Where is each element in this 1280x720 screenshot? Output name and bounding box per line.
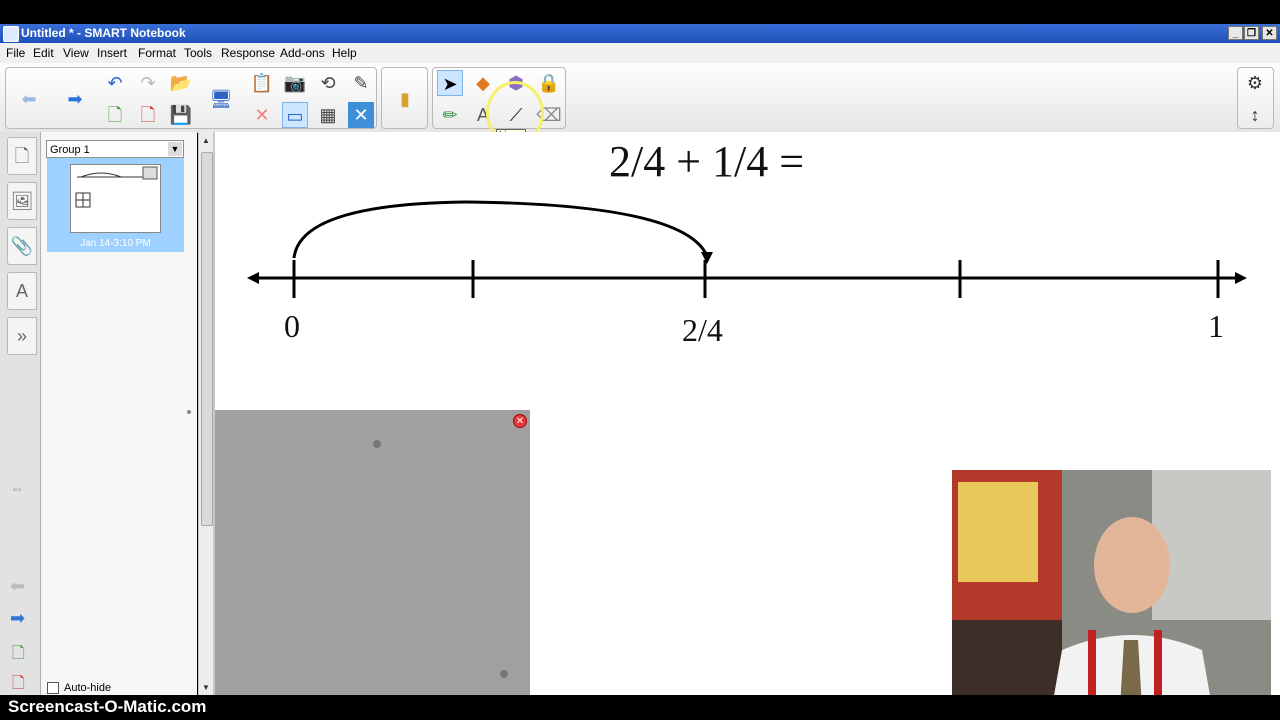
menu-insert[interactable]: Insert <box>97 46 127 60</box>
jump-arc[interactable] <box>292 200 709 259</box>
menu-response[interactable]: Response <box>221 46 275 60</box>
addons-tab-icon[interactable]: » <box>7 317 37 355</box>
restore-button[interactable]: ❐ <box>1244 26 1259 40</box>
menu-addons[interactable]: Add-ons <box>280 46 325 60</box>
drag-handle-bottom[interactable] <box>500 670 508 678</box>
page-sorter-panel: Group 1 ▼ Jan 14-3:10 PM Auto-hide <box>41 132 197 695</box>
screen-shade-icon[interactable]: ⟲ <box>315 70 341 96</box>
attachments-tab-icon[interactable]: 📎 <box>7 227 37 265</box>
label-two-fourths[interactable]: 2/4 <box>682 312 723 349</box>
menu-file[interactable]: File <box>6 46 25 60</box>
autohide-label: Auto-hide <box>64 682 112 694</box>
menu-tools[interactable]: Tools <box>184 46 212 60</box>
webcam-image <box>952 470 1271 707</box>
response-icon[interactable]: ▮ <box>392 86 418 112</box>
close-icon[interactable]: ✕ <box>513 414 527 428</box>
menu-format[interactable]: Format <box>138 46 176 60</box>
paste-icon[interactable]: 📋 <box>249 70 275 96</box>
menu-view[interactable]: View <box>63 46 89 60</box>
drag-handle-top[interactable] <box>373 440 381 448</box>
thumbnail-date: Jan 14-3:10 PM <box>80 238 151 249</box>
label-zero[interactable]: 0 <box>284 308 300 345</box>
next-page-arrow-icon[interactable]: ➡ <box>10 608 25 629</box>
table-icon[interactable]: ▦ <box>315 102 341 128</box>
delete-icon[interactable]: ✕ <box>249 102 275 128</box>
right-arrowhead <box>1235 272 1247 284</box>
webcam-overlay <box>950 468 1273 709</box>
delete-page-icon[interactable]: 🗋 <box>135 102 161 128</box>
page-thumbnail-selected[interactable]: Jan 14-3:10 PM <box>47 158 184 252</box>
autohide-option[interactable]: Auto-hide <box>47 682 112 695</box>
toolbar-group-main: ⬅ ➡ ↶ ↷ 📂 🗋 🗋 💾 🖥 📋 📷 ⟲ ✎ ✕ ▭ ▦ ✕ <box>5 67 377 129</box>
open-folder-icon[interactable]: 📂 <box>168 70 194 96</box>
number-line-drawing[interactable] <box>215 132 1280 402</box>
close-button[interactable]: ✕ <box>1262 26 1277 40</box>
close-tool-icon[interactable]: ✕ <box>348 102 374 128</box>
save-icon[interactable]: 💾 <box>168 102 194 128</box>
gallery-tab-icon[interactable]: 🖼 <box>7 182 37 220</box>
fill-icon[interactable]: 🔒 <box>536 70 562 96</box>
toolbar: ⬅ ➡ ↶ ↷ 📂 🗋 🗋 💾 🖥 📋 📷 ⟲ ✎ ✕ ▭ ▦ ✕ ▮ ➤ ◆ … <box>0 63 1280 133</box>
back-arrow-icon[interactable]: ⬅ <box>16 86 42 112</box>
resize-handle[interactable] <box>187 410 191 414</box>
menu-edit[interactable]: Edit <box>33 46 54 60</box>
display-icon[interactable]: 🖥 <box>208 86 234 112</box>
arc-arrowhead <box>701 252 713 264</box>
left-arrowhead <box>247 272 259 284</box>
page-thumbnail[interactable] <box>70 164 161 233</box>
forward-arrow-icon[interactable]: ➡ <box>62 86 88 112</box>
autohide-checkbox[interactable] <box>47 682 59 695</box>
resize-arrows-icon[interactable]: ⇔ <box>10 480 24 496</box>
side-tab-strip: 🗋 🖼 📎 A » ⇔ ⬅ ➡ 🗋 🗋 <box>0 132 41 695</box>
page-sorter-tab-icon[interactable]: 🗋 <box>7 137 37 175</box>
window-title: Untitled * - SMART Notebook <box>21 26 186 40</box>
screen-shade-panel[interactable]: ✕ <box>215 410 530 695</box>
group-select-value: Group 1 <box>50 144 90 156</box>
add-page-icon-side[interactable]: 🗋 <box>12 642 25 669</box>
group-select[interactable]: Group 1 ▼ <box>46 140 184 158</box>
whiteboard-canvas[interactable]: 2/4 + 1/4 = 0 2/4 1 ✕ <box>214 132 1280 709</box>
recorder-brand: Screencast-O-Matic.com <box>8 697 207 716</box>
thumbnail-preview <box>75 166 158 208</box>
toolbar-group-settings: ⚙ ↕ <box>1237 67 1274 129</box>
scroll-down-icon[interactable]: ▼ <box>199 681 213 695</box>
chevron-down-icon[interactable]: ▼ <box>168 142 182 156</box>
label-one[interactable]: 1 <box>1208 308 1224 345</box>
screen-capture-icon[interactable]: 📷 <box>282 70 308 96</box>
gear-icon[interactable]: ⚙ <box>1242 70 1268 96</box>
properties-tab-icon[interactable]: A <box>7 272 37 310</box>
scroll-up-icon[interactable]: ▲ <box>199 134 213 148</box>
redo-icon[interactable]: ↷ <box>135 70 161 96</box>
title-bar: Untitled * - SMART Notebook _ ❐ ✕ <box>0 24 1280 43</box>
scroll-thumb[interactable] <box>201 152 213 526</box>
full-screen-icon[interactable]: ▭ <box>282 102 308 128</box>
footer: Screencast-O-Matic.com <box>0 695 1280 720</box>
toolbar-position-icon[interactable]: ↕ <box>1242 102 1268 128</box>
pens-icon[interactable]: ✏ <box>437 102 463 128</box>
magic-pen-icon[interactable]: ✎ <box>348 70 374 96</box>
prev-page-arrow-icon[interactable]: ⬅ <box>10 576 25 597</box>
toolbar-group-response: ▮ <box>381 67 428 129</box>
minimize-button[interactable]: _ <box>1228 26 1243 40</box>
undo-icon[interactable]: ↶ <box>102 70 128 96</box>
vertical-scrollbar[interactable]: ▲ ▼ <box>198 132 214 695</box>
menu-bar: File Edit View Insert Format Tools Respo… <box>0 43 1280 63</box>
menu-help[interactable]: Help <box>332 46 357 60</box>
select-pointer-icon[interactable]: ➤ <box>437 70 463 96</box>
app-icon <box>3 26 19 42</box>
add-page-icon[interactable]: 🗋 <box>102 102 128 128</box>
